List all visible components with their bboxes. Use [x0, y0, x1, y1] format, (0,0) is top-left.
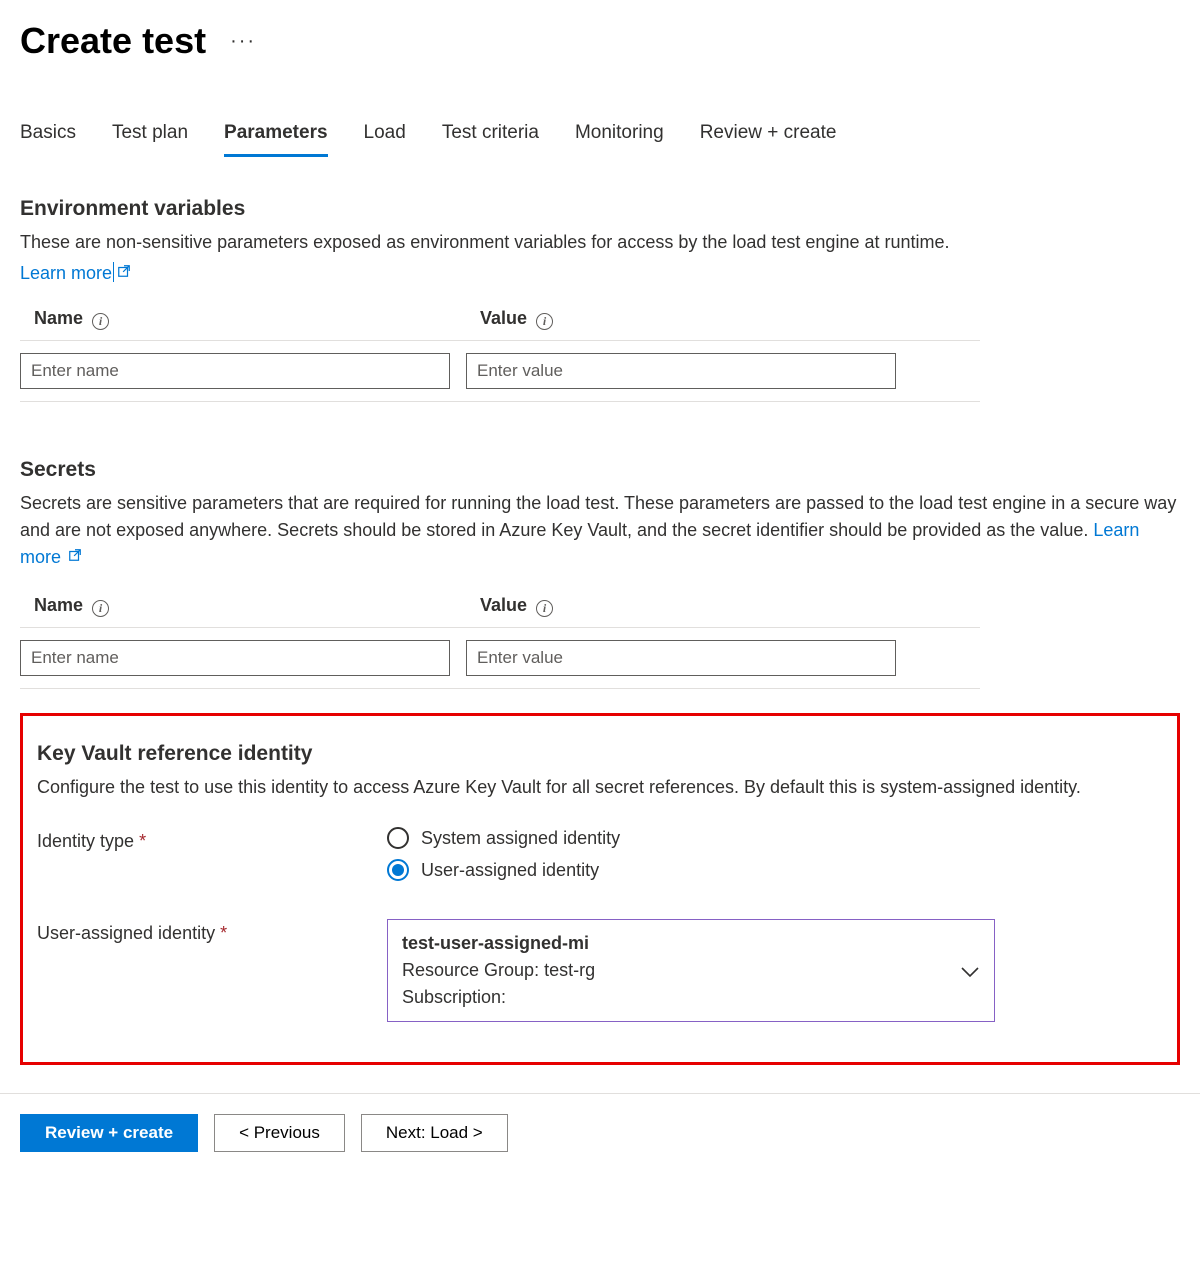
env-vars-description: These are non-sensitive parameters expos…	[20, 229, 1180, 256]
info-icon[interactable]: i	[92, 313, 109, 330]
secrets-description: Secrets are sensitive parameters that ar…	[20, 490, 1180, 571]
info-icon[interactable]: i	[536, 313, 553, 330]
secrets-name-header: Name i	[20, 595, 450, 617]
tab-test-criteria[interactable]: Test criteria	[442, 122, 539, 157]
radio-user-assigned[interactable]: User-assigned identity	[387, 859, 620, 881]
external-link-icon	[117, 264, 131, 281]
secrets-value-header: Value i	[466, 595, 896, 617]
dropdown-resource-group: Resource Group: test-rg	[402, 957, 595, 984]
previous-button[interactable]: < Previous	[214, 1114, 345, 1152]
tab-monitoring[interactable]: Monitoring	[575, 122, 664, 157]
env-vars-name-header: Name i	[20, 308, 450, 330]
dropdown-selected-name: test-user-assigned-mi	[402, 930, 595, 957]
tab-review-create[interactable]: Review + create	[700, 122, 837, 157]
next-button[interactable]: Next: Load >	[361, 1114, 508, 1152]
info-icon[interactable]: i	[92, 600, 109, 617]
secret-name-input[interactable]	[20, 640, 450, 676]
env-vars-table: Name i Value i	[20, 308, 980, 402]
tab-basics[interactable]: Basics	[20, 122, 76, 157]
dropdown-subscription: Subscription:	[402, 984, 595, 1011]
secrets-table: Name i Value i	[20, 595, 980, 689]
page-title: Create test	[20, 20, 206, 62]
tab-parameters[interactable]: Parameters	[224, 122, 328, 157]
tab-load[interactable]: Load	[364, 122, 406, 157]
tabs: Basics Test plan Parameters Load Test cr…	[20, 122, 1180, 157]
env-vars-value-header: Value i	[466, 308, 896, 330]
user-assigned-identity-label: User-assigned identity *	[37, 919, 387, 1022]
radio-system-assigned[interactable]: System assigned identity	[387, 827, 620, 849]
review-create-button[interactable]: Review + create	[20, 1114, 198, 1152]
secret-value-input[interactable]	[466, 640, 896, 676]
external-link-icon	[68, 547, 82, 568]
more-icon[interactable]: ···	[230, 30, 256, 53]
env-var-name-input[interactable]	[20, 353, 450, 389]
footer-buttons: Review + create < Previous Next: Load >	[20, 1114, 1180, 1152]
env-vars-heading: Environment variables	[20, 197, 1180, 221]
info-icon[interactable]: i	[536, 600, 553, 617]
env-vars-learn-more-link[interactable]: Learn more	[20, 263, 112, 283]
tab-test-plan[interactable]: Test plan	[112, 122, 188, 157]
keyvault-highlight-box: Key Vault reference identity Configure t…	[20, 713, 1180, 1065]
keyvault-heading: Key Vault reference identity	[37, 742, 1163, 766]
env-var-value-input[interactable]	[466, 353, 896, 389]
identity-type-label: Identity type *	[37, 827, 387, 881]
identity-type-radio-group: System assigned identity User-assigned i…	[387, 827, 620, 881]
user-assigned-identity-dropdown[interactable]: test-user-assigned-mi Resource Group: te…	[387, 919, 995, 1022]
keyvault-description: Configure the test to use this identity …	[37, 774, 1163, 801]
chevron-down-icon	[960, 965, 980, 977]
secrets-heading: Secrets	[20, 458, 1180, 482]
